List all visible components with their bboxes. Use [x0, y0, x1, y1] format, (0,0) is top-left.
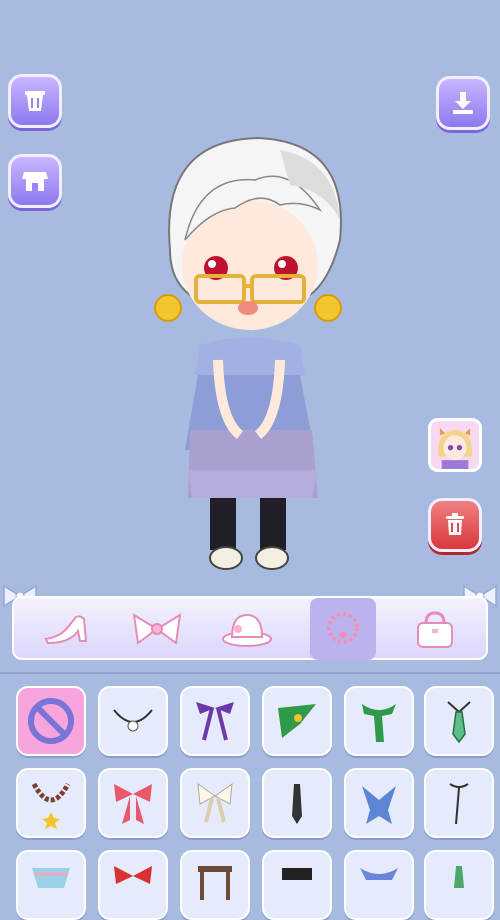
item-black-collar[interactable] [262, 850, 332, 920]
item-black-cord-necklace[interactable] [424, 768, 494, 838]
reset-button[interactable] [428, 498, 482, 552]
item-blue-scarf[interactable] [344, 768, 414, 838]
item-black-tie[interactable] [262, 768, 332, 838]
ribbon-tie-purple-icon [196, 702, 234, 741]
blue-scarf-icon [362, 786, 396, 824]
trash-icon [446, 513, 464, 535]
green-scarf-icon [278, 704, 316, 738]
item-red-bow[interactable] [98, 850, 168, 920]
brown-strap-icon [198, 866, 232, 900]
item-blue-scarf-2[interactable] [344, 850, 414, 920]
tab-necklaces[interactable] [310, 598, 376, 660]
tab-hats[interactable] [214, 598, 280, 660]
item-green-tie[interactable] [424, 686, 494, 756]
item-white-bow[interactable] [180, 768, 250, 838]
item-striped-scarf[interactable] [16, 850, 86, 920]
game-stage [0, 0, 500, 590]
none-icon [28, 698, 74, 744]
item-grid [0, 672, 500, 920]
item-pearl-necklace[interactable] [98, 686, 168, 756]
item-brown-strap[interactable] [180, 850, 250, 920]
trash-bin-icon [25, 91, 45, 111]
item-green-long-scarf[interactable] [344, 686, 414, 756]
blue-scarf-icon [360, 868, 398, 880]
white-bow-icon [197, 782, 233, 823]
black-cord-necklace-icon [449, 783, 469, 825]
category-tab-bar [0, 590, 500, 670]
green-tie-icon [447, 701, 471, 744]
pearl-necklace-icon [113, 709, 153, 732]
shop-icon [22, 172, 48, 191]
item-purple-ribbon-tie[interactable] [180, 686, 250, 756]
character-avatar-icon [431, 421, 479, 469]
necklace-icon [327, 612, 359, 644]
striped-scarf-icon [32, 868, 70, 888]
character-avatar-button[interactable] [428, 418, 482, 472]
tab-bows[interactable] [124, 598, 190, 660]
tab-shoes[interactable] [34, 598, 100, 660]
bow-icon [132, 613, 182, 645]
red-bow-icon [114, 866, 152, 884]
item-pink-bow[interactable] [98, 768, 168, 838]
trash-bin-button[interactable] [8, 74, 62, 128]
item-green-scarf[interactable] [262, 686, 332, 756]
green-tie-icon [454, 866, 464, 888]
high-heel-icon [44, 615, 88, 645]
item-none[interactable] [16, 686, 86, 756]
item-bead-necklace[interactable] [16, 768, 86, 838]
shop-button[interactable] [8, 154, 62, 208]
black-collar-icon [282, 868, 312, 880]
download-icon [453, 92, 473, 114]
dressup-character[interactable] [140, 130, 370, 580]
bead-necklace-star-icon [31, 782, 71, 829]
green-scarf-long-icon [362, 704, 396, 742]
black-tie-icon [292, 784, 302, 824]
handbag-icon [417, 611, 453, 648]
download-button[interactable] [436, 76, 490, 130]
pink-bow-icon [114, 784, 152, 824]
item-green-tie-2[interactable] [424, 850, 494, 920]
tab-bags[interactable] [402, 598, 468, 660]
hat-icon [222, 613, 272, 647]
